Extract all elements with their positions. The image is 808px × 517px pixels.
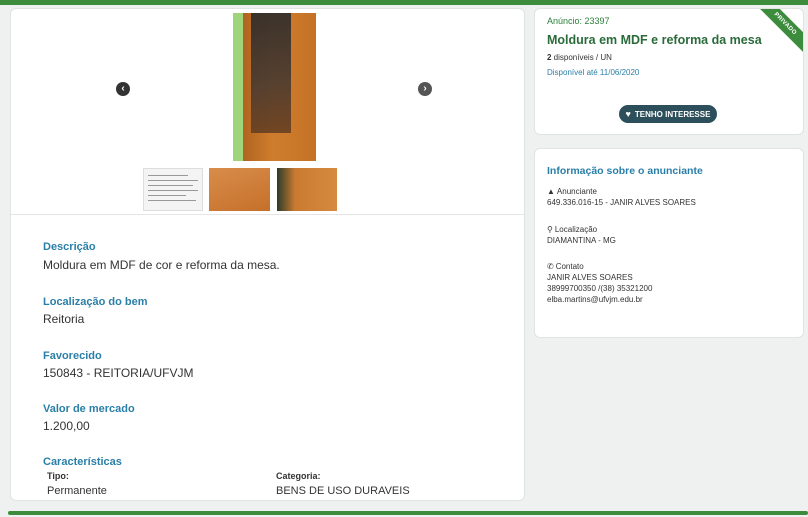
advertiser-label-row: ▲ Anunciante <box>547 187 597 196</box>
top-accent-bar <box>0 0 808 5</box>
description-value: Moldura em MDF de cor e reforma da mesa. <box>43 258 280 272</box>
beneficiary-label: Favorecido <box>43 350 102 362</box>
location-value: Reitoria <box>43 312 85 326</box>
thumbnail-wood[interactable] <box>209 168 270 211</box>
chevron-right-icon[interactable]: › <box>418 82 432 96</box>
heart-icon: ♥ <box>625 109 631 119</box>
interest-button-label: TENHO INTERESSE <box>634 109 711 119</box>
contact-name: JANIR ALVES SOARES <box>547 273 633 282</box>
advertiser-label: Anunciante <box>556 187 597 196</box>
advertiser-location-value: DIAMANTINA - MG <box>547 236 616 245</box>
bottom-accent-bar <box>8 511 808 515</box>
wall-background <box>233 13 243 161</box>
available-text: disponíveis / UN <box>551 53 612 62</box>
thumbnail-door[interactable] <box>277 168 337 211</box>
contact-email[interactable]: elba.martins@ufvjm.edu.br <box>547 295 643 304</box>
type-value: Permanente <box>47 485 107 497</box>
type-label: Tipo: <box>47 471 69 481</box>
contact-label: Contato <box>555 262 584 271</box>
characteristics-label: Características <box>43 456 122 468</box>
ad-title: Moldura em MDF e reforma da mesa <box>547 33 762 47</box>
availability: 2 disponíveis / UN <box>547 53 612 62</box>
beneficiary-value: 150843 - REITORIA/UFVJM <box>43 366 194 380</box>
interest-button[interactable]: ♥ TENHO INTERESSE <box>619 105 717 123</box>
advertiser-value: 649.336.016-15 - JANIR ALVES SOARES <box>547 198 696 207</box>
thumbnail-document[interactable] <box>143 168 203 211</box>
category-value: BENS DE USO DURAVEIS <box>276 485 410 497</box>
available-until: Disponível até 11/06/2020 <box>547 68 640 77</box>
main-item-image <box>233 13 316 161</box>
category-label: Categoria: <box>276 471 321 481</box>
contact-label-row: ✆ Contato <box>547 262 584 271</box>
item-details-card: ‹ › Descrição Moldura em MDF de cor e re… <box>10 8 525 501</box>
advertiser-location-label: Localização <box>554 225 598 234</box>
advertiser-info-title: Informação sobre o anunciante <box>547 165 703 177</box>
advertiser-info-card: Informação sobre o anunciante ▲ Anunciant… <box>534 148 804 338</box>
dark-panel <box>251 13 291 133</box>
map-pin-icon: ⚲ <box>547 225 553 234</box>
location-label: Localização do bem <box>43 296 148 308</box>
divider <box>11 214 524 215</box>
market-value-value: 1.200,00 <box>43 419 90 433</box>
contact-phone: 38999700350 /(38) 35321200 <box>547 284 653 293</box>
ad-summary-card: PRIVADO Anúncio: 23397 Moldura em MDF e … <box>534 8 804 135</box>
location-label-row: ⚲ Localização <box>547 225 597 234</box>
ad-number: Anúncio: 23397 <box>547 16 610 26</box>
chevron-left-icon[interactable]: ‹ <box>116 82 130 96</box>
market-value-label: Valor de mercado <box>43 403 135 415</box>
phone-icon: ✆ <box>547 262 554 271</box>
user-icon: ▲ <box>547 187 555 196</box>
description-label: Descrição <box>43 241 96 253</box>
